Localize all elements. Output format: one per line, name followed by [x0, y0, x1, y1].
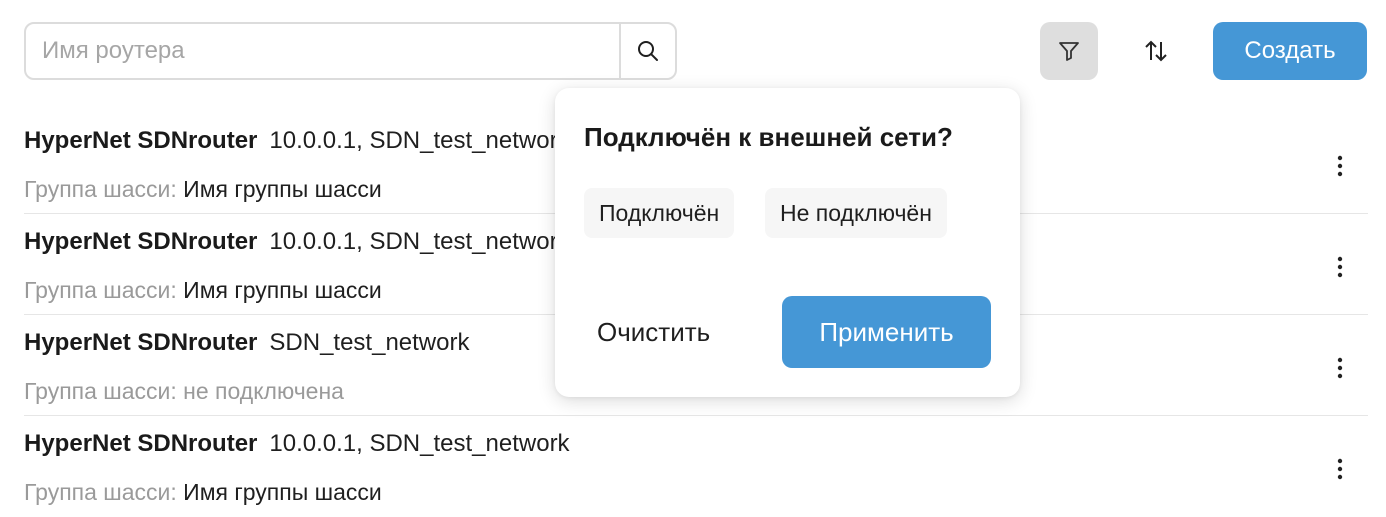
router-networks: 10.0.0.1, SDN_test_network [269, 228, 570, 255]
sort-button[interactable] [1128, 22, 1184, 80]
router-networks: 10.0.0.1, SDN_test_network [269, 430, 570, 457]
filter-popover: Подключён к внешней сети? Подключён Не п… [555, 88, 1020, 397]
kebab-menu-icon [1337, 357, 1343, 379]
kebab-menu-icon [1337, 155, 1343, 177]
router-name: HyperNet SDNrouter [24, 228, 258, 255]
sort-icon [1145, 40, 1167, 62]
router-group-line: Группа шасси: Имя группы шасси [24, 277, 382, 304]
filter-option-not-connected[interactable]: Не подключён [765, 188, 947, 238]
group-value: Имя группы шасси [183, 176, 382, 202]
search-input[interactable] [26, 24, 620, 78]
group-label: Группа шасси: [24, 479, 177, 505]
router-row[interactable]: HyperNet SDNrouter 10.0.0.1, SDN_test_net… [24, 416, 1368, 517]
search-button[interactable] [619, 24, 675, 78]
router-group-line: Группа шасси: не подключена [24, 378, 344, 405]
create-button[interactable]: Создать [1213, 22, 1367, 80]
group-label: Группа шасси: [24, 176, 177, 202]
toolbar: Создать [0, 0, 1386, 100]
router-group-line: Группа шасси: Имя группы шасси [24, 176, 382, 203]
router-title-line: HyperNet SDNrouter 10.0.0.1, SDN_test_net… [24, 228, 570, 256]
search-icon [638, 41, 658, 61]
group-label: Группа шасси: [24, 378, 177, 404]
search-box [24, 22, 677, 80]
router-title-line: HyperNet SDNrouter 10.0.0.1, SDN_test_net… [24, 430, 570, 458]
row-menu-button[interactable] [1328, 151, 1352, 181]
router-name: HyperNet SDNrouter [24, 329, 258, 356]
group-value: Имя группы шасси [183, 479, 382, 505]
kebab-menu-icon [1337, 458, 1343, 480]
row-menu-button[interactable] [1328, 454, 1352, 484]
apply-button[interactable]: Применить [782, 296, 991, 368]
router-title-line: HyperNet SDNrouter SDN_test_network [24, 329, 469, 357]
group-label: Группа шасси: [24, 277, 177, 303]
clear-button[interactable]: Очистить [597, 296, 757, 368]
filter-option-connected[interactable]: Подключён [584, 188, 735, 238]
filter-button[interactable] [1040, 22, 1098, 80]
group-value: Имя группы шасси [183, 277, 382, 303]
row-menu-button[interactable] [1328, 252, 1352, 282]
router-networks: SDN_test_network [269, 329, 470, 356]
kebab-menu-icon [1337, 256, 1343, 278]
filter-title: Подключён к внешней сети? [584, 122, 953, 152]
router-name: HyperNet SDNrouter [24, 430, 258, 457]
group-value: не подключена [183, 378, 344, 404]
router-networks: 10.0.0.1, SDN_test_network [269, 127, 570, 154]
router-title-line: HyperNet SDNrouter 10.0.0.1, SDN_test_net… [24, 127, 570, 155]
row-menu-button[interactable] [1328, 353, 1352, 383]
filter-icon [1059, 42, 1079, 61]
router-group-line: Группа шасси: Имя группы шасси [24, 479, 382, 506]
router-name: HyperNet SDNrouter [24, 127, 258, 154]
